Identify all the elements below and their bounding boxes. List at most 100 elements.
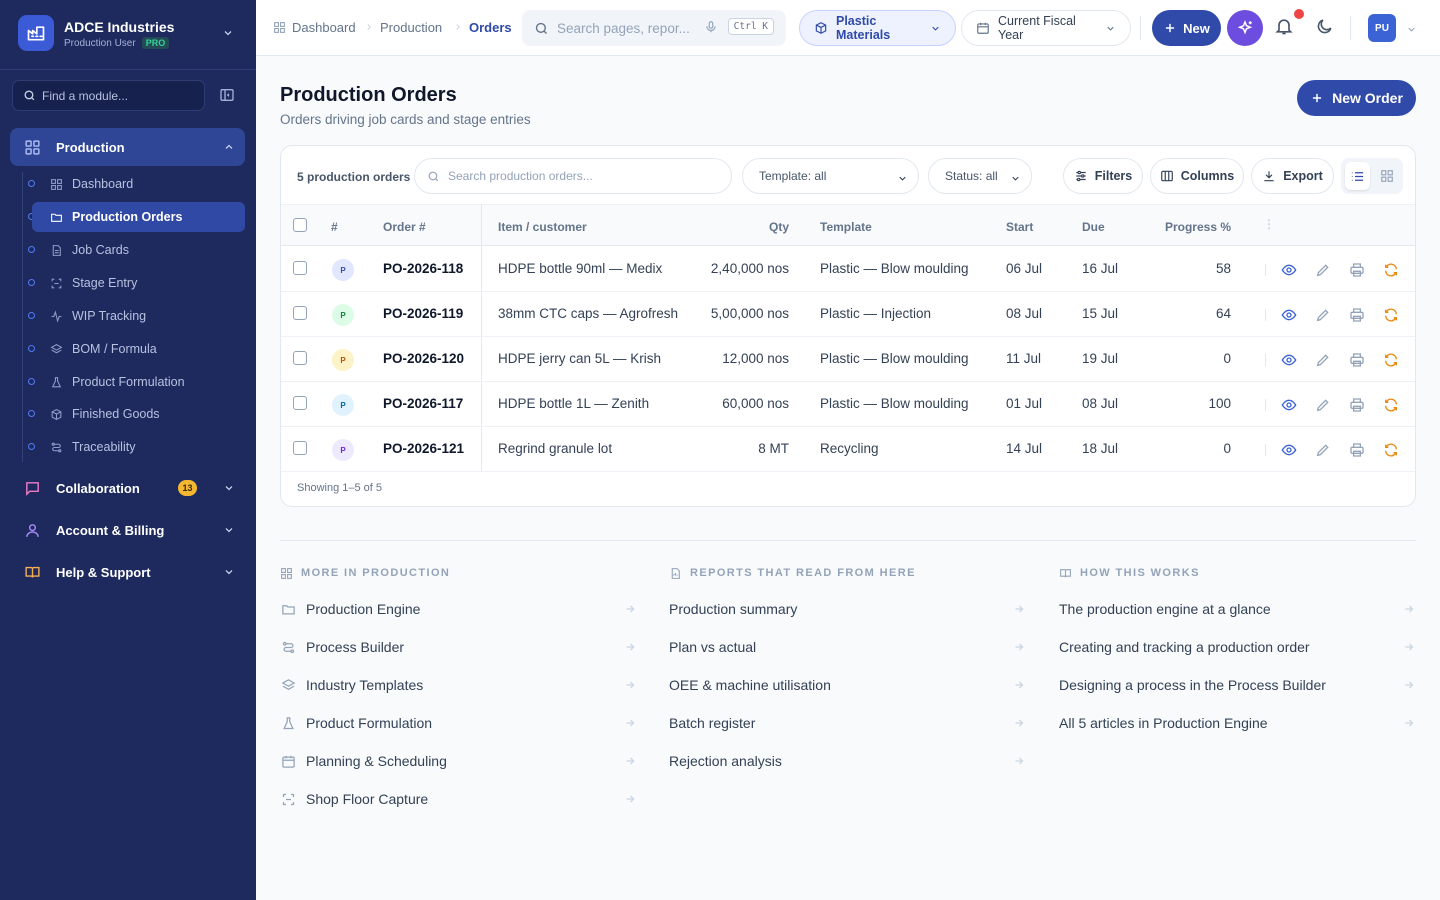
sidebar-item-wip-tracking[interactable]: WIP Tracking — [32, 301, 245, 331]
order-number[interactable]: PO-2026-118 — [383, 261, 463, 276]
pencil-icon[interactable] — [1313, 440, 1333, 460]
related-link[interactable]: Rejection analysis — [669, 749, 1025, 773]
sidebar-group-account-billing[interactable]: Account & Billing — [10, 511, 245, 549]
sidebar-group-collaboration[interactable]: Collaboration 13 — [10, 469, 245, 507]
module-search-input[interactable]: Find a module... — [12, 80, 205, 111]
related-link[interactable]: Process Builder — [280, 635, 636, 659]
org-switcher[interactable]: ADCE Industries Production User PRO — [0, 0, 256, 70]
related-link[interactable]: Planning & Scheduling — [280, 749, 636, 773]
related-link[interactable]: Plan vs actual — [669, 635, 1025, 659]
column-resize-handle[interactable]: ⋮ — [1263, 217, 1275, 231]
new-button[interactable]: New — [1152, 10, 1221, 46]
microphone-icon[interactable] — [704, 20, 718, 34]
sidebar-item-dashboard[interactable]: Dashboard — [32, 169, 245, 199]
related-link[interactable]: Production summary — [669, 597, 1025, 621]
order-number[interactable]: PO-2026-117 — [383, 396, 463, 411]
printer-icon[interactable] — [1347, 440, 1367, 460]
order-number[interactable]: PO-2026-119 — [383, 306, 463, 321]
column-header[interactable]: Progress % — [1151, 220, 1231, 234]
related-link[interactable]: Shop Floor Capture — [280, 787, 636, 811]
column-header[interactable]: Start — [1006, 220, 1033, 234]
fiscal-period-selector[interactable]: Current Fiscal Year — [961, 10, 1131, 46]
orders-search-input[interactable]: Search production orders... — [414, 158, 732, 194]
sidebar-item-job-cards[interactable]: Job Cards — [32, 235, 245, 265]
bell-icon[interactable] — [1274, 16, 1294, 36]
related-link[interactable]: Creating and tracking a production order — [1059, 635, 1415, 659]
select-all-checkbox[interactable] — [293, 218, 307, 232]
printer-icon[interactable] — [1347, 260, 1367, 280]
column-header[interactable]: Item / customer — [498, 220, 587, 234]
refresh-icon[interactable] — [1381, 395, 1401, 415]
breadcrumb-orders[interactable]: Orders — [469, 20, 512, 35]
column-header[interactable]: Order # — [383, 220, 426, 234]
related-link[interactable]: All 5 articles in Production Engine — [1059, 711, 1415, 735]
filters-button[interactable]: Filters — [1063, 158, 1143, 194]
sidebar-item-traceability[interactable]: Traceability — [32, 432, 245, 462]
pencil-icon[interactable] — [1313, 395, 1333, 415]
pencil-icon[interactable] — [1313, 350, 1333, 370]
table-row[interactable]: P PO-2026-120 HDPE jerry can 5L — Krish 12,… — [281, 337, 1415, 382]
related-link[interactable]: OEE & machine utilisation — [669, 673, 1025, 697]
refresh-icon[interactable] — [1381, 260, 1401, 280]
eye-icon[interactable] — [1279, 350, 1299, 370]
sidebar-item-bom-formula[interactable]: BOM / Formula — [32, 334, 245, 364]
breadcrumb-production[interactable]: Production — [380, 20, 442, 35]
sidebar-item-production-orders[interactable]: Production Orders — [32, 202, 245, 232]
row-checkbox[interactable] — [293, 351, 307, 365]
row-checkbox[interactable] — [293, 306, 307, 320]
global-search-placeholder: Search pages, repor... — [557, 20, 690, 36]
column-header[interactable]: Template — [820, 220, 872, 234]
refresh-icon[interactable] — [1381, 350, 1401, 370]
new-order-button[interactable]: New Order — [1297, 80, 1416, 116]
pencil-icon[interactable] — [1313, 260, 1333, 280]
printer-icon[interactable] — [1347, 395, 1367, 415]
related-link[interactable]: The production engine at a glance — [1059, 597, 1415, 621]
avatar[interactable]: PU — [1368, 14, 1396, 42]
column-header[interactable]: # — [331, 220, 338, 234]
column-header[interactable]: Qty — [729, 220, 789, 234]
order-number[interactable]: PO-2026-121 — [383, 441, 464, 456]
chevron-down-icon[interactable] — [1406, 24, 1417, 35]
template-filter-select[interactable]: Template: all — [742, 158, 919, 194]
related-link[interactable]: Designing a process in the Process Build… — [1059, 673, 1415, 697]
material-selector[interactable]: Plastic Materials — [799, 10, 956, 46]
status-filter-select[interactable]: Status: all — [928, 158, 1032, 194]
related-link[interactable]: Product Formulation — [280, 711, 636, 735]
row-checkbox[interactable] — [293, 261, 307, 275]
list-view-icon[interactable] — [1345, 162, 1370, 190]
pencil-icon[interactable] — [1313, 305, 1333, 325]
related-link[interactable]: Batch register — [669, 711, 1025, 735]
grid-view-icon[interactable] — [1374, 162, 1399, 190]
table-row[interactable]: P PO-2026-121 Regrind granule lot 8 MT Recyc… — [281, 427, 1415, 472]
related-link[interactable]: Industry Templates — [280, 673, 636, 697]
refresh-icon[interactable] — [1381, 305, 1401, 325]
sidebar-item-finished-goods[interactable]: Finished Goods — [32, 399, 245, 429]
row-checkbox[interactable] — [293, 441, 307, 455]
moon-icon[interactable] — [1315, 17, 1334, 36]
column-header[interactable]: Due — [1082, 220, 1105, 234]
row-checkbox[interactable] — [293, 396, 307, 410]
eye-icon[interactable] — [1279, 305, 1299, 325]
global-search-input[interactable]: Search pages, repor... Ctrl K — [522, 10, 786, 46]
eye-icon[interactable] — [1279, 395, 1299, 415]
table-row[interactable]: P PO-2026-118 HDPE bottle 90ml — Medix 2,40… — [281, 247, 1415, 292]
sidebar-group-production[interactable]: Production — [10, 128, 245, 166]
sidebar-item-product-formulation[interactable]: Product Formulation — [32, 367, 245, 397]
sidebar-group-help-support[interactable]: Help & Support — [10, 553, 245, 591]
progress-percent: 58 — [1215, 261, 1231, 276]
ai-assistant-button[interactable] — [1227, 10, 1263, 46]
columns-button[interactable]: Columns — [1150, 158, 1244, 194]
table-row[interactable]: P PO-2026-119 38mm CTC caps — Agrofresh 5,0… — [281, 292, 1415, 337]
sidebar-item-stage-entry[interactable]: Stage Entry — [32, 268, 245, 298]
printer-icon[interactable] — [1347, 305, 1367, 325]
sidebar-collapse-icon[interactable] — [219, 87, 235, 103]
breadcrumb-dashboard[interactable]: Dashboard — [292, 20, 356, 35]
printer-icon[interactable] — [1347, 350, 1367, 370]
eye-icon[interactable] — [1279, 260, 1299, 280]
refresh-icon[interactable] — [1381, 440, 1401, 460]
related-link[interactable]: Production Engine — [280, 597, 636, 621]
export-button[interactable]: Export — [1251, 158, 1334, 194]
order-number[interactable]: PO-2026-120 — [383, 351, 464, 366]
eye-icon[interactable] — [1279, 440, 1299, 460]
table-row[interactable]: P PO-2026-117 HDPE bottle 1L — Zenith 60,00… — [281, 382, 1415, 427]
